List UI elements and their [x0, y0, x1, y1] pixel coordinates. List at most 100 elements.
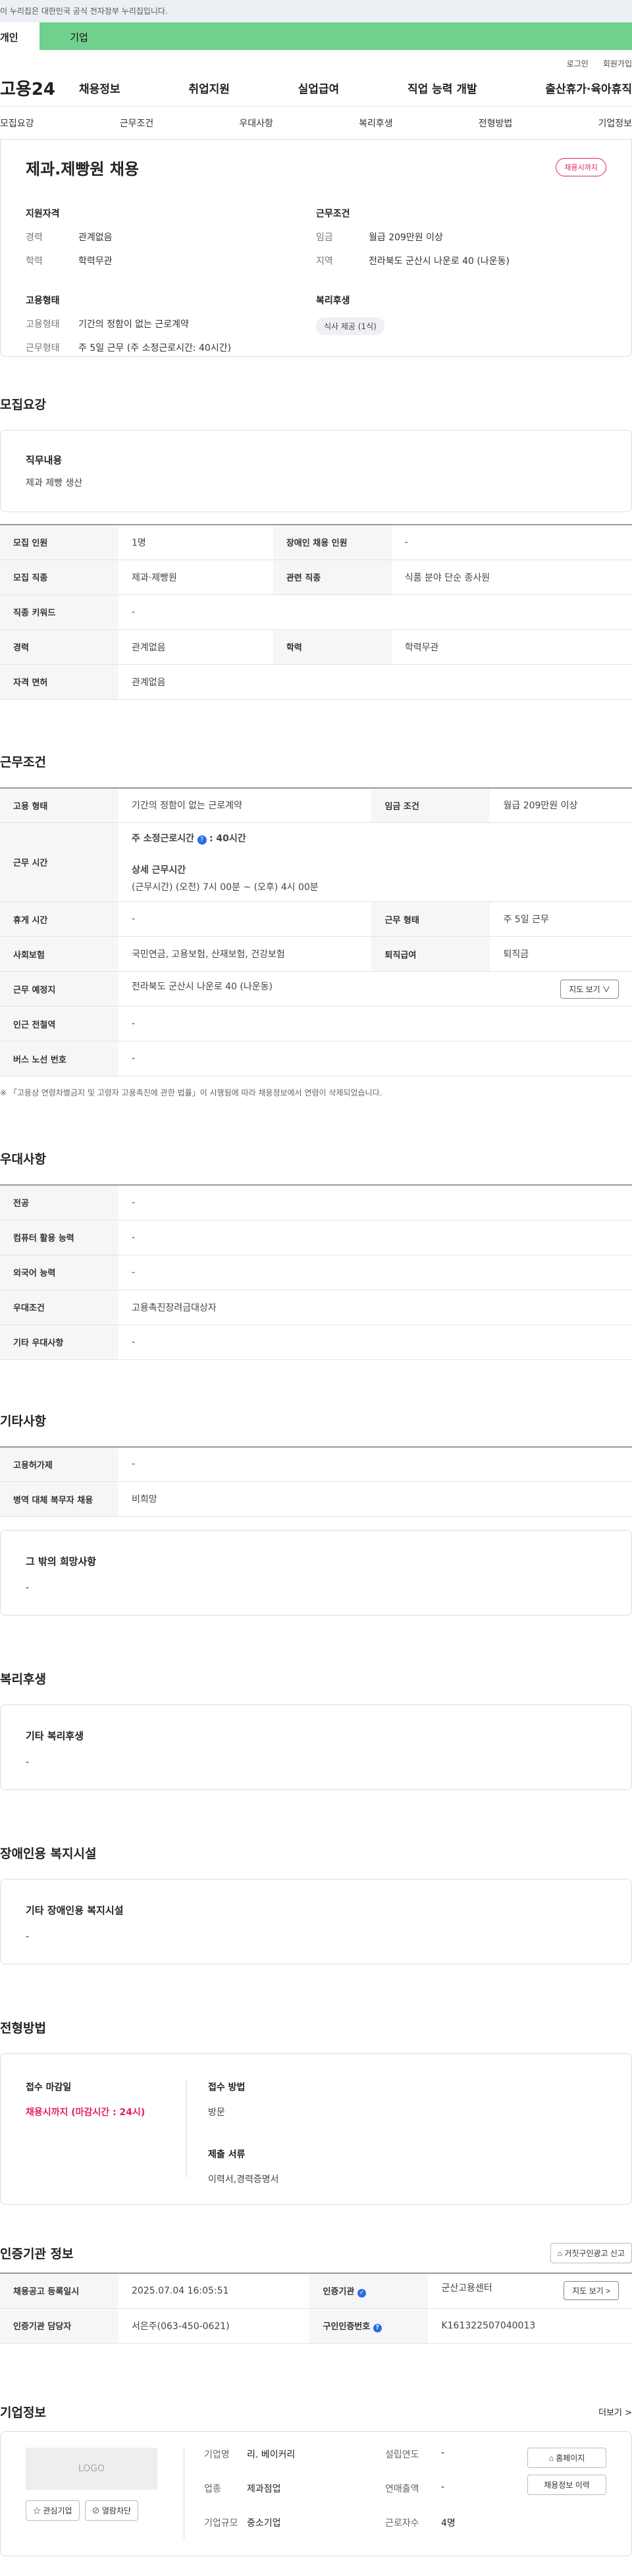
- gnb-item-unemployment[interactable]: 실업급여: [298, 80, 340, 96]
- cell-label: 자격 면허: [0, 664, 118, 700]
- table-row: 채용공고 등록일시 2025.07.04 16:05:51 인증기관 ✓ 군산고용…: [0, 2273, 632, 2309]
- cell-value: -: [118, 901, 372, 937]
- table-row: 외국어 능력 -: [0, 1255, 632, 1290]
- company-employees-value: 4명: [441, 2517, 456, 2529]
- subnav-welfare[interactable]: 복리후생: [359, 117, 393, 130]
- cell-value: 기간의 정함이 없는 근로계약: [118, 787, 372, 823]
- org-label: 인증기관: [323, 2286, 355, 2297]
- cell-value: -: [118, 1446, 632, 1482]
- emp-type-label: 고용형태: [26, 319, 60, 330]
- cell-value: -: [118, 1185, 632, 1221]
- cell-value: -: [118, 594, 632, 630]
- cond-title: 근무조건: [316, 209, 350, 219]
- subnav-company[interactable]: 기업정보: [598, 117, 632, 130]
- tab-company[interactable]: 기업: [40, 22, 118, 50]
- global-nav: 고용24 채용정보 취업지원 실업급여 직업 능력 개발 출산휴가·육아휴직: [0, 70, 632, 107]
- cell-label: 외국어 능력: [0, 1255, 118, 1290]
- subnav-work[interactable]: 근무조건: [120, 117, 154, 130]
- site-logo[interactable]: 고용24: [0, 76, 79, 100]
- welfare-section-title: 복리후생: [0, 1672, 46, 1687]
- star-icon: ☆: [33, 2506, 41, 2515]
- block-view-button[interactable]: ⊘ 열람차단: [84, 2500, 139, 2521]
- table-row: 고용허가제 -: [0, 1446, 632, 1482]
- emp-form-label: 근무형태: [26, 343, 60, 354]
- age-note: ※ 「고용상 연령차별금지 및 고령자 고용촉진에 관한 법률」이 시행됨에 따…: [0, 1088, 382, 1097]
- subnav-pref[interactable]: 우대사항: [239, 117, 273, 130]
- cell-label: 근무 예정지: [0, 971, 118, 1007]
- org-map-button[interactable]: 지도 보기 >: [564, 2281, 619, 2301]
- docs-label: 제출 서류: [208, 2149, 246, 2160]
- map-view-button[interactable]: 지도 보기 ∨: [560, 979, 619, 999]
- gnb-item-leave[interactable]: 출산휴가·육아휴직: [545, 80, 632, 96]
- cell-value: -: [391, 525, 632, 560]
- deadline-label: 접수 마감일: [26, 2082, 72, 2093]
- cell-label: 인증기관 ✓: [309, 2273, 429, 2309]
- etc-table: 고용허가제 - 병역 대체 복무자 채용 비희망: [0, 1446, 632, 1517]
- cell-value: -: [118, 1006, 632, 1041]
- cell-value: 제과·제빵원: [118, 560, 273, 595]
- welfare-chip: 식사 제공 (1식): [316, 317, 384, 335]
- favorite-company-button[interactable]: ☆ 관심기업: [26, 2500, 80, 2521]
- gov-banner-text: 이 누리집은 대한민국 공식 전자정부 누리집입니다.: [0, 7, 168, 16]
- cell-label: 전공: [0, 1185, 118, 1221]
- org-cell: 군산고용센터 지도 보기 >: [428, 2273, 632, 2309]
- cell-label: 모집 직종: [0, 560, 118, 595]
- help-icon[interactable]: ?: [373, 2323, 382, 2332]
- subnav-selection[interactable]: 전형방법: [479, 117, 513, 130]
- homepage-button[interactable]: ⌂ 홈페이지: [527, 2447, 606, 2468]
- hours-detail-value: (근무시간) (오전) 7시 00분 ~ (오후) 4시 00분: [132, 881, 319, 893]
- table-row: 휴게 시간 - 근무 형태 주 5일 근무: [0, 901, 632, 937]
- subnav-recruit[interactable]: 모집요강: [0, 117, 34, 130]
- cell-value: 비희망: [118, 1481, 632, 1517]
- cell-value: 식품 분야 단순 종사원: [391, 560, 632, 595]
- table-row: 고용 형태 기간의 정함이 없는 근로계약 임금 조건 월급 209만원 이상: [0, 787, 632, 823]
- company-name-value: 리. 베이커리: [247, 2449, 296, 2460]
- table-row: 병역 대체 복무자 채용 비희망: [0, 1481, 632, 1517]
- cell-value: -: [118, 1220, 632, 1255]
- qual-edu-label: 학력: [26, 256, 43, 267]
- disabled-box: 기타 장애인용 복지시설 -: [0, 1879, 632, 1964]
- report-fake-ad-button[interactable]: ⌂ 거짓구인광고 신고: [550, 2243, 632, 2263]
- cell-label: 컴퓨터 활용 능력: [0, 1220, 118, 1255]
- gov-banner: 이 누리집은 대한민국 공식 전자정부 누리집입니다.: [0, 0, 632, 22]
- company-info-grid: 기업명 리. 베이커리 설립연도 - 업종 제과점업 연매출액 - 기업규모 중소기업 근…: [184, 2447, 527, 2540]
- user-type-tabs: 개인 기업: [0, 22, 632, 50]
- company-logo-placeholder: LOGO: [26, 2447, 157, 2490]
- org-value: 군산고용센터: [441, 2283, 492, 2294]
- deadline-value: 채용시까지 (마감시간 : 24시): [26, 2107, 145, 2118]
- cell-label: 사회보험: [0, 936, 118, 972]
- auth-table: 채용공고 등록일시 2025.07.04 16:05:51 인증기관 ✓ 군산고용…: [0, 2273, 632, 2344]
- company-more-link[interactable]: 더보기 >: [598, 2405, 632, 2418]
- gnb-item-jobs[interactable]: 채용정보: [79, 80, 120, 96]
- report-fake-ad-label: 거짓구인광고 신고: [564, 2249, 625, 2258]
- login-link[interactable]: 로그인: [567, 58, 589, 70]
- disabled-section-title: 장애인용 복지시설: [0, 1847, 97, 1861]
- company-year-label: 설립연도: [385, 2449, 419, 2460]
- cell-label: 근무 형태: [371, 901, 490, 937]
- cell-label: 병역 대체 복무자 채용: [0, 1481, 118, 1517]
- qual-career-value: 관계없음: [78, 232, 113, 243]
- section-subnav: 모집요강 근무조건 우대사항 복리후생 전형방법 기업정보: [0, 107, 632, 140]
- table-row: 직종 키워드 -: [0, 594, 632, 630]
- deadline-badge: 채용시까지: [556, 158, 606, 176]
- cell-label: 고용 형태: [0, 787, 118, 823]
- help-icon[interactable]: ?: [197, 835, 207, 845]
- welfare-value: -: [26, 1757, 30, 1768]
- signup-link[interactable]: 회원가입: [603, 58, 632, 70]
- pref-table: 전공 - 컴퓨터 활용 능력 - 외국어 능력 - 우대조건 고용촉진장려금대상자 기타…: [0, 1184, 632, 1360]
- table-row: 전공 -: [0, 1185, 632, 1221]
- cell-label: 직종 키워드: [0, 594, 118, 630]
- cell-label: 우대조건: [0, 1290, 118, 1325]
- hours-week-label: 주 소정근로시간: [132, 833, 195, 844]
- table-row: 컴퓨터 활용 능력 -: [0, 1220, 632, 1255]
- table-row: 모집 직종 제과·제빵원 관련 직종 식품 분야 단순 종사원: [0, 560, 632, 595]
- gnb-item-support[interactable]: 취업지원: [188, 80, 230, 96]
- gnb-item-training[interactable]: 직업 능력 개발: [408, 80, 477, 96]
- hours-cell: 주 소정근로시간 ? : 40시간 상세 근무시간 (근무시간) (오전) 7시…: [118, 822, 632, 902]
- tab-personal[interactable]: 개인: [0, 22, 40, 50]
- method-label: 접수 방법: [208, 2082, 246, 2093]
- cond-wage-label: 임금: [316, 232, 333, 243]
- cell-value: -: [118, 1041, 632, 1076]
- cell-value: 관계없음: [118, 629, 273, 665]
- job-history-button[interactable]: 채용정보 이력: [527, 2474, 606, 2495]
